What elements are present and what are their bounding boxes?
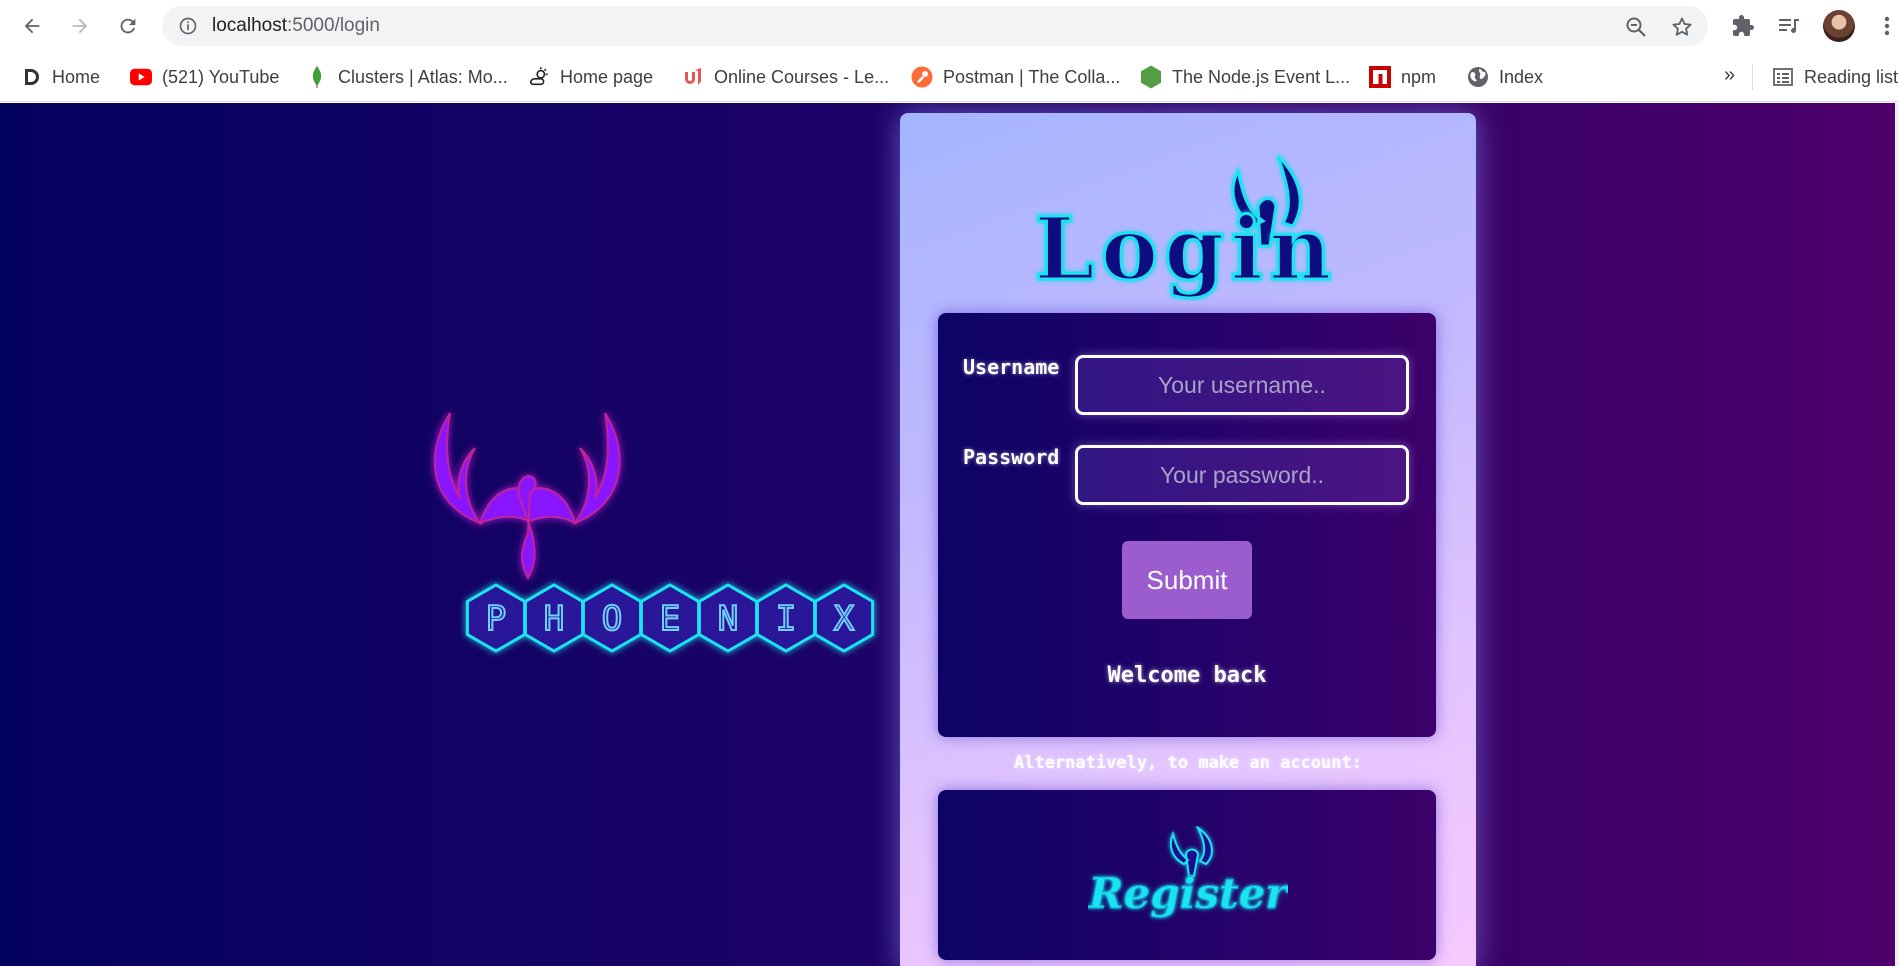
- logo-letter: P: [486, 599, 506, 639]
- info-icon[interactable]: [178, 16, 198, 36]
- register-art: Register: [1088, 826, 1288, 919]
- bookmark-youtube[interactable]: (521) YouTube: [130, 64, 279, 90]
- address-bar[interactable]: localhost:5000/login: [162, 6, 1708, 46]
- username-input[interactable]: [1075, 355, 1409, 415]
- logo-letter: I: [776, 599, 796, 639]
- url-path: :5000/login: [287, 15, 380, 36]
- bookmark-mongodb[interactable]: Clusters | Atlas: Mo...: [306, 64, 508, 90]
- globe-icon: [1467, 66, 1489, 88]
- reading-list-icon: [1772, 66, 1794, 88]
- register-text: Register: [1088, 869, 1288, 918]
- password-input[interactable]: [1075, 445, 1409, 505]
- password-label: Password: [963, 445, 1060, 469]
- postman-icon: [911, 66, 933, 88]
- mongodb-leaf-icon: [306, 66, 328, 88]
- scrollbar[interactable]: [1895, 103, 1899, 966]
- logo-letter: E: [660, 599, 680, 639]
- login-title-art: Login: [1033, 154, 1337, 301]
- forward-button[interactable]: [64, 10, 96, 42]
- bookmark-label: npm: [1401, 66, 1437, 87]
- bookmark-home[interactable]: Home: [20, 64, 100, 90]
- nodejs-icon: [1140, 65, 1162, 89]
- logo-letter: N: [718, 599, 738, 639]
- bookmarks-divider: [1752, 64, 1753, 90]
- page-viewport: PHOENIX Login Username Password Submit W…: [0, 103, 1895, 966]
- alternative-register-text: Alternatively, to make an account:: [1014, 753, 1362, 773]
- reading-list-label: Reading list: [1804, 66, 1899, 87]
- bookmark-label: Postman | The Colla...: [943, 66, 1121, 87]
- login-card: Login Username Password Submit Welcome b…: [900, 113, 1476, 966]
- bookmark-label: The Node.js Event L...: [1172, 66, 1351, 87]
- queue-music-icon: [1779, 19, 1799, 33]
- bookmark-label: Index: [1499, 66, 1544, 87]
- register-link[interactable]: Register: [938, 790, 1436, 960]
- reload-icon: [120, 18, 136, 34]
- npm-icon: [1369, 66, 1391, 88]
- puzzle-icon: [1733, 15, 1754, 36]
- logo-letter: X: [834, 599, 855, 639]
- arrow-right-icon: [72, 18, 88, 34]
- phoenix-logo: PHOENIX: [420, 403, 880, 783]
- dashlane-icon: [20, 66, 42, 88]
- welcome-message: Welcome back: [1107, 663, 1267, 688]
- bookmark-postman[interactable]: Postman | The Colla...: [911, 64, 1120, 90]
- bookmarks-bar: Home (521) YouTube Clusters | Atlas: Mo.…: [0, 52, 1899, 102]
- login-title: Login: [1034, 199, 1337, 300]
- reading-list-button[interactable]: Reading list: [1772, 64, 1898, 90]
- logo-letter: O: [602, 599, 622, 639]
- media-control-button[interactable]: [1776, 13, 1802, 39]
- username-label: Username: [963, 355, 1060, 379]
- url-host: localhost: [212, 15, 287, 36]
- submit-button[interactable]: Submit: [1122, 541, 1252, 619]
- arrow-left-icon: [24, 18, 40, 34]
- url-text[interactable]: localhost:5000/login: [212, 16, 380, 36]
- phoenix-wordmark: PHOENIX: [465, 583, 875, 653]
- phoenix-bird-icon: [433, 412, 621, 581]
- bookmark-home-page[interactable]: Home page: [528, 64, 653, 90]
- kebab-menu-icon: [1884, 16, 1890, 36]
- bookmark-label: Online Courses - Le...: [714, 66, 890, 87]
- bookmark-index[interactable]: Index: [1467, 64, 1543, 90]
- zoom-icon[interactable]: [1624, 15, 1648, 39]
- extensions-button[interactable]: [1730, 13, 1756, 39]
- reload-button[interactable]: [112, 10, 144, 42]
- login-form: Username Password Submit Welcome back: [938, 313, 1436, 737]
- bookmark-label: Home: [52, 66, 101, 87]
- bookmark-nodejs[interactable]: The Node.js Event L...: [1140, 64, 1350, 90]
- bookmark-star-icon[interactable]: [1670, 15, 1694, 39]
- profile-avatar[interactable]: [1823, 10, 1855, 42]
- bookmarks-overflow-button[interactable]: »: [1724, 64, 1735, 87]
- menu-button[interactable]: [1874, 13, 1899, 39]
- youtube-icon: [130, 66, 152, 88]
- bookmark-label: Clusters | Atlas: Mo...: [338, 66, 508, 87]
- logo-letter: H: [544, 599, 564, 639]
- browser-toolbar: localhost:5000/login: [0, 0, 1899, 52]
- bookmark-label: (521) YouTube: [162, 66, 280, 87]
- back-button[interactable]: [16, 10, 48, 42]
- bookmark-udemy[interactable]: Online Courses - Le...: [682, 64, 889, 90]
- udemy-icon: [682, 66, 704, 88]
- bookmark-npm[interactable]: npm: [1369, 64, 1436, 90]
- bookmark-label: Home page: [560, 66, 654, 87]
- weather-icon: [528, 66, 550, 88]
